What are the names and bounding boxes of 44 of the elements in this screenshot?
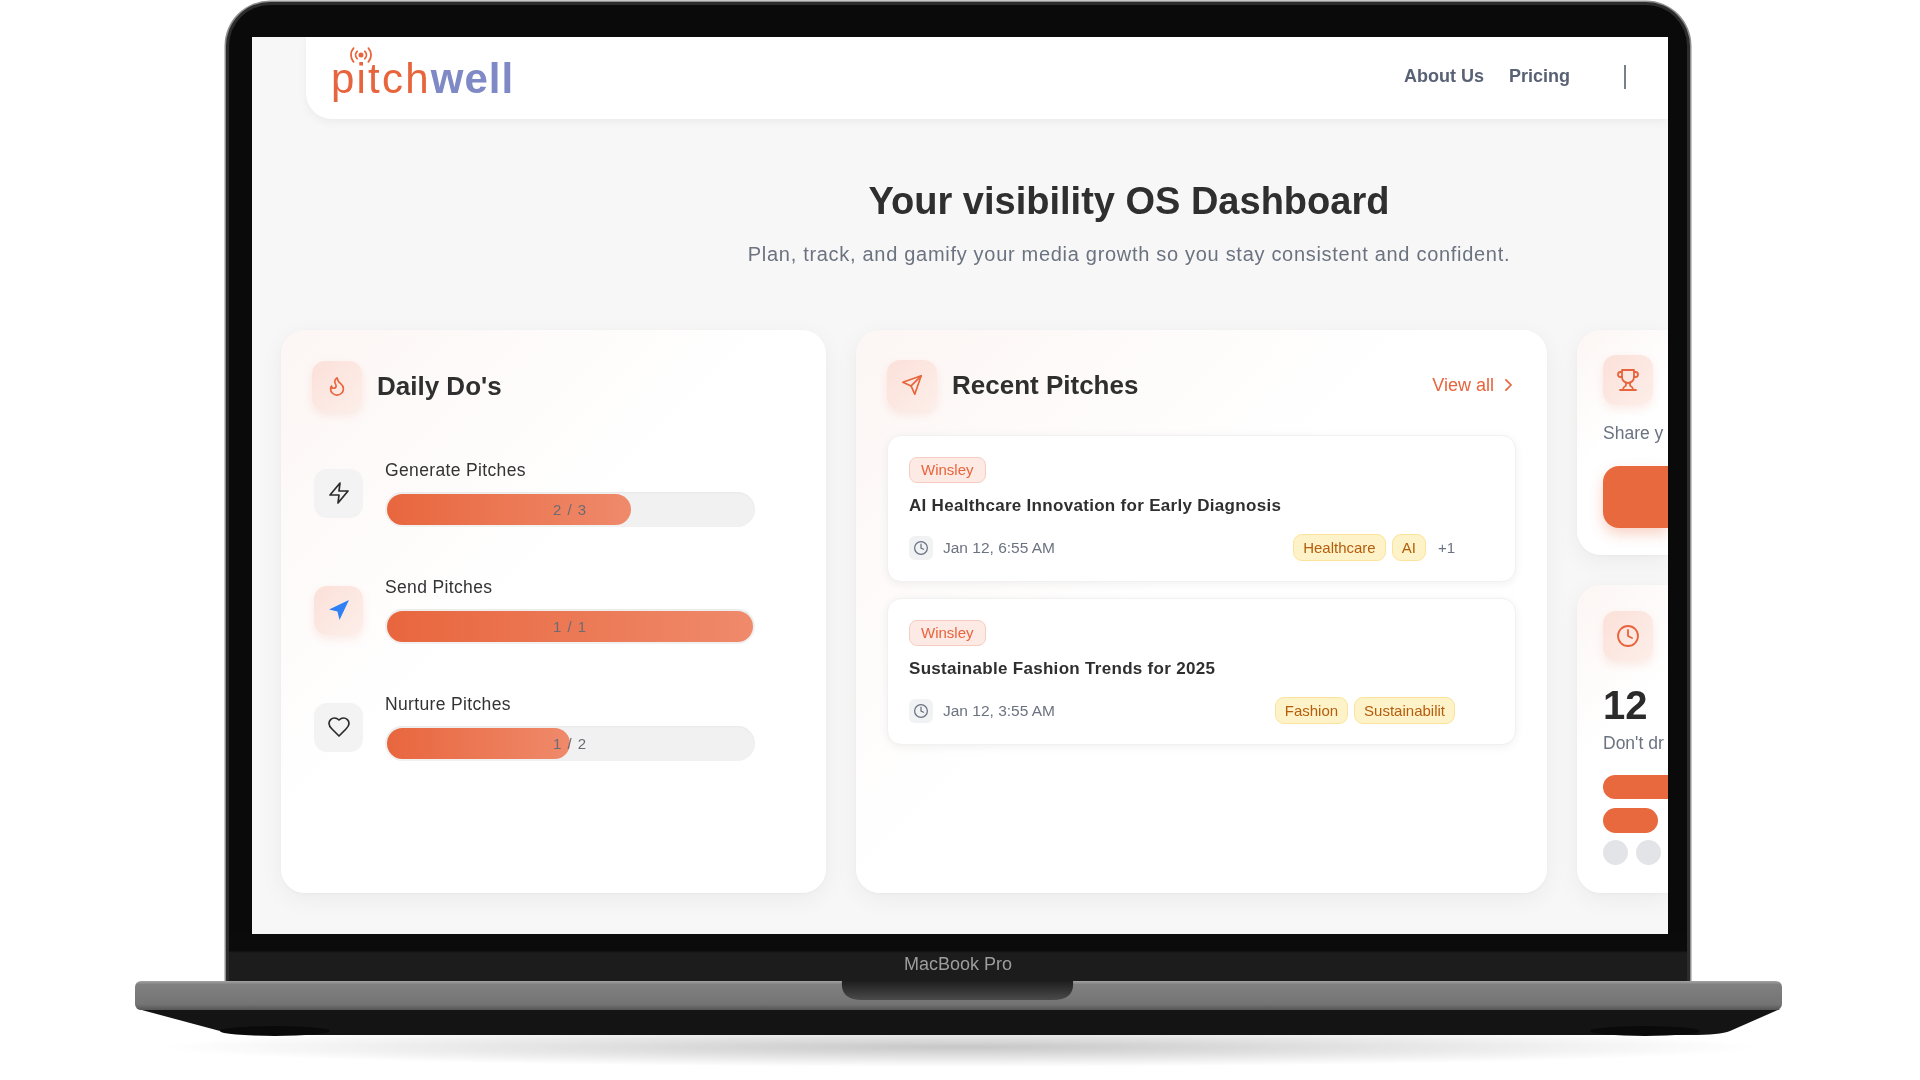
pitch-title: Sustainable Fashion Trends for 2025 (909, 658, 1217, 680)
chevron-icon (1505, 379, 1512, 391)
more-count: +1 (1437, 539, 1455, 556)
page-subtitle: Plan, track, and gamify your media growth so you stay consistent and confident. (747, 242, 1511, 267)
topic-tag: AI (1391, 534, 1426, 561)
progress-count: 1 / 2 (552, 734, 588, 753)
task-label: Nurture Pitches (385, 693, 512, 715)
progress-count: 1 / 1 (552, 617, 588, 636)
broadcast-icon (349, 47, 373, 63)
device-label: MacBook Pro (903, 952, 1012, 975)
status-dot-icon (1603, 840, 1628, 865)
source-tag: Winsley (909, 457, 986, 483)
topic-tag: Healthcare (1293, 534, 1386, 561)
trophy-icon (1603, 355, 1653, 405)
send-icon (887, 360, 937, 410)
days-text: Don't dr (1603, 732, 1665, 754)
nav-link[interactable]: Pricing (1509, 66, 1570, 87)
nav-link[interactable]: About Us (1404, 66, 1484, 87)
pitch-card[interactable]: Winsley Sustainable Fashion Trends for 2025 Jan 12, 3:55 AM Fashion Sustainabilit (887, 598, 1516, 745)
pitch-title: AI Healthcare Innovation for Early Diagnosis (909, 495, 1283, 517)
page-title: Your visibility OS Dashboard (868, 179, 1390, 224)
status-dot-icon (1636, 840, 1661, 865)
logo-text[interactable]: pitchwell (331, 55, 515, 103)
task-label: Send Pitches (385, 576, 494, 598)
topic-tag: Sustainabilit (1354, 697, 1455, 724)
pitch-card[interactable]: Winsley AI Healthcare Innovation for Early Diagnosis Jan 12, 6:55 AM Healthcare AI +1 (887, 435, 1516, 582)
card-title: Recent Pitches (952, 369, 1139, 401)
flame-icon (312, 361, 362, 411)
progress-count: 2 / 3 (552, 500, 588, 519)
task-label: Generate Pitches (385, 459, 527, 481)
clock-icon (909, 535, 933, 560)
status-pill (1603, 808, 1658, 833)
days-value: 12 (1603, 683, 1649, 727)
card-title: Daily Do's (377, 370, 502, 402)
clock-icon (909, 698, 933, 723)
view-all-link[interactable]: View all (1432, 374, 1512, 396)
share-text: Share y (1603, 422, 1665, 444)
pitch-date: Jan 12, 3:55 AM (943, 701, 1056, 720)
source-tag: Winsley (909, 620, 986, 646)
topic-tag: Fashion (1274, 697, 1349, 724)
action-button[interactable] (1603, 466, 1668, 528)
clock-icon (1603, 611, 1653, 661)
status-pill (1603, 775, 1668, 799)
pitch-date: Jan 12, 6:55 AM (943, 538, 1056, 557)
